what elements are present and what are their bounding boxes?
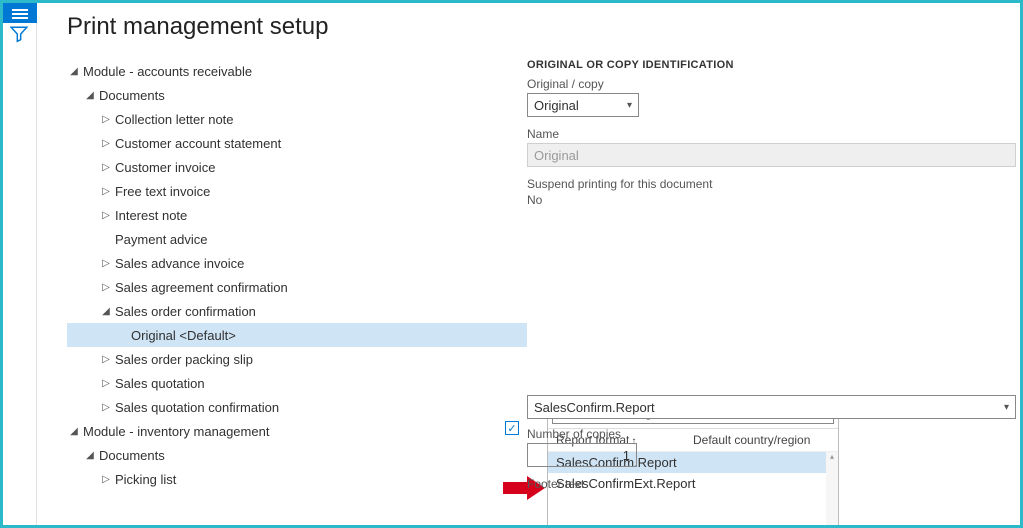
tree-payment-advice[interactable]: ▷Payment advice	[67, 227, 527, 251]
tree-module-inv[interactable]: ◢Module - inventory management	[67, 419, 527, 443]
page-title: Print management setup	[67, 13, 1020, 41]
tree-sales-order-packing[interactable]: ▷Sales order packing slip	[67, 347, 527, 371]
tree-sales-quotation[interactable]: ▷Sales quotation	[67, 371, 527, 395]
copies-label: Number of copies	[527, 427, 1016, 441]
tree-sales-advance-invoice[interactable]: ▷Sales advance invoice	[67, 251, 527, 275]
suspend-label: Suspend printing for this document	[527, 177, 1016, 191]
tree-sales-agreement-conf[interactable]: ▷Sales agreement confirmation	[67, 275, 527, 299]
report-format-select[interactable]: SalesConfirm.Report ▾	[527, 395, 1016, 419]
tree-original-default[interactable]: ▷Original <Default>	[67, 323, 527, 347]
footer-text-label: Footer text	[527, 477, 1016, 491]
tree-sales-quotation-conf[interactable]: ▷Sales quotation confirmation	[67, 395, 527, 419]
left-rail	[3, 3, 37, 525]
tree-cust-invoice[interactable]: ▷Customer invoice	[67, 155, 527, 179]
section-header: ORIGINAL OR COPY IDENTIFICATION	[527, 59, 1016, 71]
tree-picking-list[interactable]: ▷Picking list	[67, 467, 527, 491]
filter-icon[interactable]	[10, 25, 28, 43]
tree-sales-order-conf[interactable]: ◢Sales order confirmation	[67, 299, 527, 323]
copies-input[interactable]: 1	[527, 443, 637, 467]
tree-free-text-invoice[interactable]: ▷Free text invoice	[67, 179, 527, 203]
app-menu-button[interactable]	[3, 3, 37, 23]
suspend-toggle-value: No	[527, 193, 542, 207]
tree-cust-account-stmt[interactable]: ▷Customer account statement	[67, 131, 527, 155]
chevron-down-icon: ▾	[627, 100, 632, 111]
name-label: Name	[527, 127, 1016, 141]
original-copy-select[interactable]: Original ▾	[527, 93, 639, 117]
hamburger-icon	[12, 7, 28, 19]
suspend-checkbox[interactable]: ✓	[505, 421, 519, 435]
tree-module-ar[interactable]: ◢Module - accounts receivable	[67, 59, 527, 83]
chevron-down-icon: ▾	[1004, 402, 1009, 413]
tree-interest-note[interactable]: ▷Interest note	[67, 203, 527, 227]
tree-collection-letter[interactable]: ▷Collection letter note	[67, 107, 527, 131]
tree-documents[interactable]: ◢Documents	[67, 83, 527, 107]
name-input: Original	[527, 143, 1016, 167]
tree-documents-2[interactable]: ◢Documents	[67, 443, 527, 467]
original-copy-label: Original / copy	[527, 77, 1016, 91]
